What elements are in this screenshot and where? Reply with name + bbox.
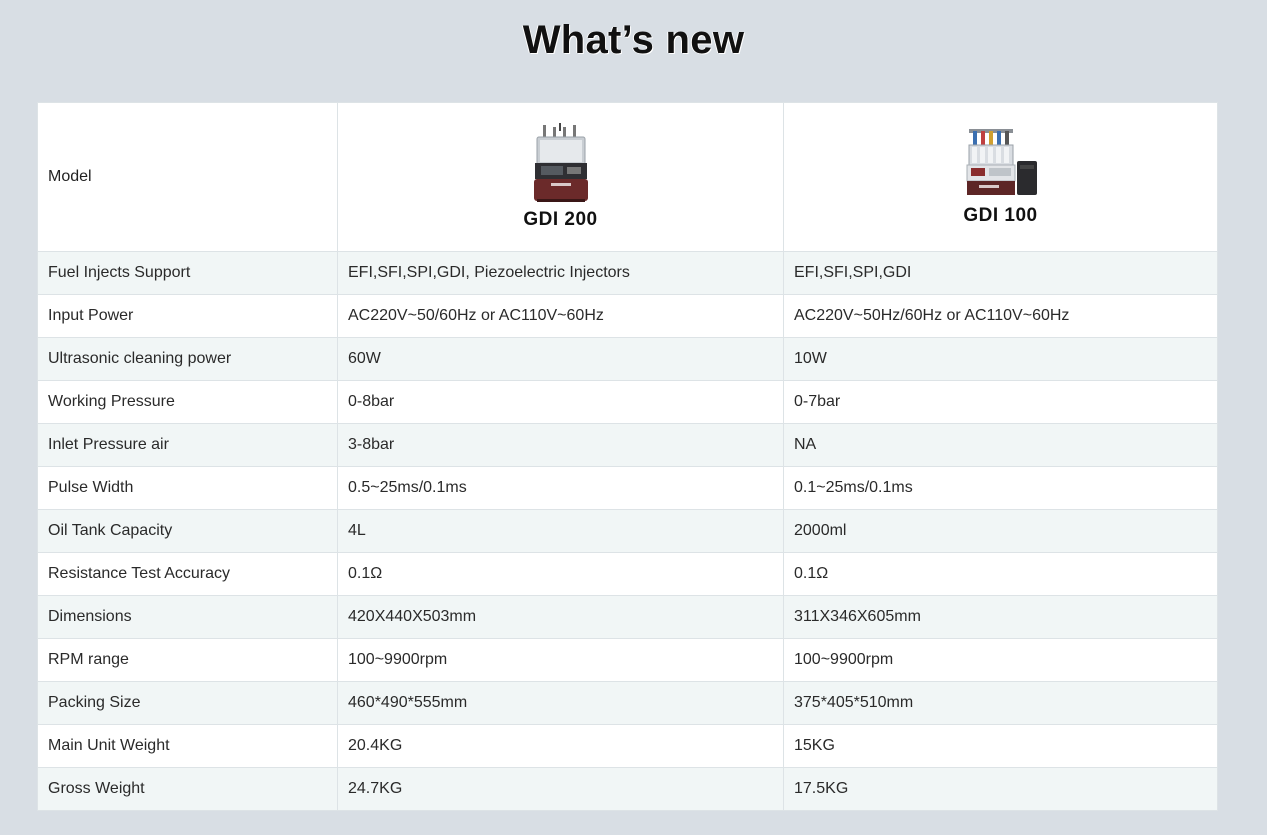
gdi-100-value-cell: 15KG <box>783 724 1218 768</box>
gdi-200-value-cell: 100~9900rpm <box>337 638 784 682</box>
table-header-row: Model GDI 200 GDI 100 <box>37 102 1218 252</box>
spec-label-cell: Dimensions <box>37 595 338 639</box>
product-name-gdi-100: GDI 100 <box>963 205 1038 226</box>
spec-label-cell: Oil Tank Capacity <box>37 509 338 553</box>
spec-label-cell: RPM range <box>37 638 338 682</box>
gdi-200-value-cell: 3-8bar <box>337 423 784 467</box>
gdi-100-value-cell: NA <box>783 423 1218 467</box>
product-gdi-100-cell: GDI 100 <box>783 102 1218 252</box>
spec-label-cell: Fuel Injects Support <box>37 251 338 295</box>
spec-label-cell: Pulse Width <box>37 466 338 510</box>
gdi-200-value-cell: 4L <box>337 509 784 553</box>
gdi-100-value-cell: 375*405*510mm <box>783 681 1218 725</box>
gdi-200-value-cell: 0.1Ω <box>337 552 784 596</box>
table-row: Ultrasonic cleaning power 60W 10W <box>37 337 1218 381</box>
gdi-200-value-cell: 60W <box>337 337 784 381</box>
spec-label-cell: Ultrasonic cleaning power <box>37 337 338 381</box>
table-row: Working Pressure 0-8bar 0-7bar <box>37 380 1218 424</box>
table-row: Resistance Test Accuracy 0.1Ω 0.1Ω <box>37 552 1218 596</box>
table-row: Input Power AC220V~50/60Hz or AC110V~60Hz… <box>37 294 1218 338</box>
table-row: Fuel Injects Support EFI,SFI,SPI,GDI, Pie… <box>37 251 1218 295</box>
table-row: Gross Weight 24.7KG 17.5KG <box>37 767 1218 811</box>
gdi-200-machine-image <box>533 123 588 202</box>
gdi-100-value-cell: 10W <box>783 337 1218 381</box>
gdi-200-value-cell: AC220V~50/60Hz or AC110V~60Hz <box>337 294 784 338</box>
table-row: Main Unit Weight 20.4KG 15KG <box>37 724 1218 768</box>
table-row: Dimensions 420X440X503mm 311X346X605mm <box>37 595 1218 639</box>
gdi-100-value-cell: AC220V~50Hz/60Hz or AC110V~60Hz <box>783 294 1218 338</box>
table-row: Packing Size 460*490*555mm 375*405*510mm <box>37 681 1218 725</box>
gdi-200-value-cell: 420X440X503mm <box>337 595 784 639</box>
gdi-200-value-cell: EFI,SFI,SPI,GDI, Piezoelectric Injectors <box>337 251 784 295</box>
gdi-200-value-cell: 24.7KG <box>337 767 784 811</box>
gdi-100-value-cell: 0.1~25ms/0.1ms <box>783 466 1218 510</box>
gdi-100-value-cell: 0.1Ω <box>783 552 1218 596</box>
gdi-100-value-cell: 100~9900rpm <box>783 638 1218 682</box>
table-row: RPM range 100~9900rpm 100~9900rpm <box>37 638 1218 682</box>
spec-label-cell: Resistance Test Accuracy <box>37 552 338 596</box>
gdi-100-value-cell: EFI,SFI,SPI,GDI <box>783 251 1218 295</box>
gdi-200-value-cell: 0.5~25ms/0.1ms <box>337 466 784 510</box>
page-title: What’s new <box>522 18 745 62</box>
spec-label-cell: Inlet Pressure air <box>37 423 338 467</box>
product-gdi-200-cell: GDI 200 <box>337 102 784 252</box>
gdi-100-machine-image <box>966 129 1037 195</box>
product-name-gdi-200: GDI 200 <box>523 209 598 230</box>
comparison-table: Model GDI 200 GDI 100 Fuel Injects Suppo… <box>37 102 1218 811</box>
gdi-100-value-cell: 311X346X605mm <box>783 595 1218 639</box>
spec-label-cell: Packing Size <box>37 681 338 725</box>
gdi-200-value-cell: 20.4KG <box>337 724 784 768</box>
gdi-100-value-cell: 0-7bar <box>783 380 1218 424</box>
spec-label-cell: Working Pressure <box>37 380 338 424</box>
spec-label-cell: Input Power <box>37 294 338 338</box>
model-label: Model <box>48 168 92 185</box>
gdi-200-value-cell: 0-8bar <box>337 380 784 424</box>
table-row: Pulse Width 0.5~25ms/0.1ms 0.1~25ms/0.1ms <box>37 466 1218 510</box>
table-row: Inlet Pressure air 3-8bar NA <box>37 423 1218 467</box>
spec-label-cell: Main Unit Weight <box>37 724 338 768</box>
gdi-100-value-cell: 17.5KG <box>783 767 1218 811</box>
table-row: Oil Tank Capacity 4L 2000ml <box>37 509 1218 553</box>
spec-label-cell: Gross Weight <box>37 767 338 811</box>
model-label-cell: Model <box>37 102 338 252</box>
gdi-200-value-cell: 460*490*555mm <box>337 681 784 725</box>
gdi-100-value-cell: 2000ml <box>783 509 1218 553</box>
